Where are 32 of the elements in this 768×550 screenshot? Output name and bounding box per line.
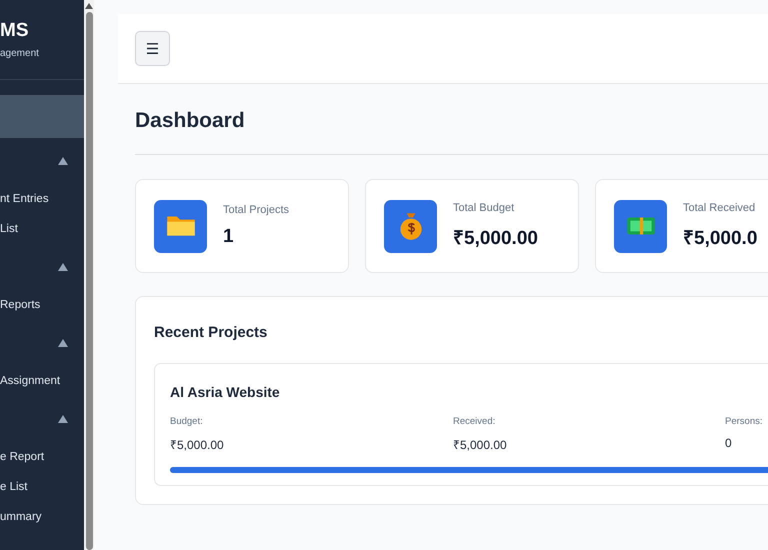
field-value: ₹5,000.00 (170, 437, 225, 453)
stat-value: 1 (223, 226, 235, 248)
field-value: ₹5,000.00 (453, 437, 508, 453)
field-label: Received: (453, 416, 496, 427)
sidebar-item[interactable]: ummary (0, 502, 84, 532)
sidebar-item[interactable]: Reports (0, 290, 84, 320)
field-value: 0 (725, 436, 733, 450)
field-label: Budget: (170, 416, 204, 427)
section-title: Recent Projects (154, 324, 268, 341)
menu-button[interactable]: ☰ (135, 31, 170, 66)
collapse-caret-icon[interactable] (58, 263, 68, 271)
sidebar-item[interactable]: nt Entries (0, 184, 84, 214)
stat-label: Total Received (683, 202, 756, 214)
collapse-caret-icon[interactable] (58, 157, 68, 165)
field-label: Persons: (725, 416, 764, 427)
page-title: Dashboard (135, 108, 246, 134)
collapse-caret-icon[interactable] (58, 415, 68, 423)
scroll-thumb[interactable] (86, 12, 92, 550)
stat-label: Total Budget (453, 202, 516, 214)
sidebar-item[interactable]: List (0, 214, 84, 244)
scroll-up-icon[interactable] (85, 3, 93, 9)
sidebar-item[interactable]: e List (0, 472, 84, 502)
brand-subtitle: agement (0, 48, 40, 59)
brand-name: MS (0, 19, 30, 43)
collapse-caret-icon[interactable] (58, 339, 68, 347)
sidebar-item[interactable]: e Report (0, 442, 84, 472)
stat-value: ₹5,000.0 (683, 227, 758, 250)
sidebar-item[interactable]: Assignment (0, 366, 84, 396)
stat-value: ₹5,000.00 (453, 227, 538, 250)
stat-label: Total Projects (223, 204, 290, 216)
project-name: Al Asria Website (170, 384, 281, 400)
scrollbar[interactable] (84, 0, 94, 550)
